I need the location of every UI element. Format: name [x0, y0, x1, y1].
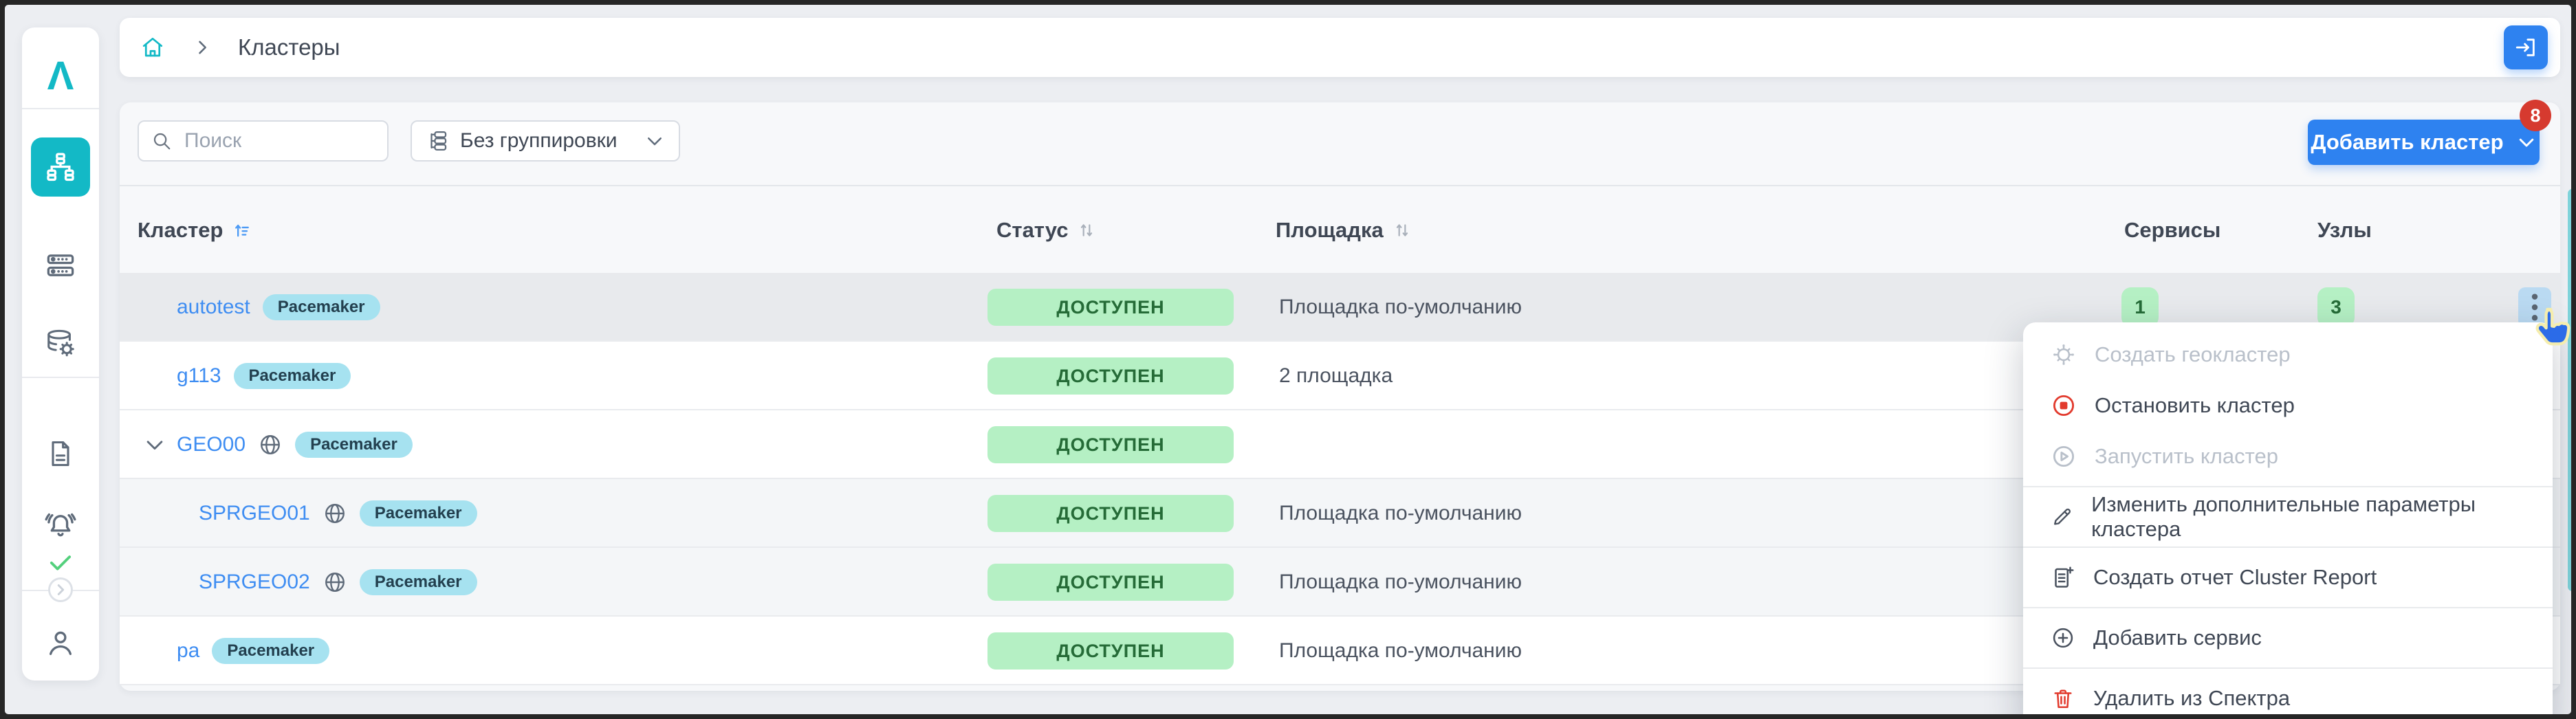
search-box[interactable] [138, 120, 389, 162]
divider [22, 377, 99, 378]
divider [2023, 607, 2553, 608]
site-cell: Площадка по-умолчанию [1279, 639, 1522, 662]
clusters-icon [44, 151, 77, 184]
breadcrumb-bar: Кластеры [120, 18, 2560, 77]
pacemaker-tag: Pacemaker [262, 294, 380, 320]
trash-icon [2054, 689, 2072, 709]
grouping-value: Без группировки [460, 129, 618, 152]
nodes-count-badge[interactable]: 3 [2317, 287, 2355, 327]
site-cell: 2 площадка [1279, 364, 1393, 387]
column-header-services: Сервисы [2124, 218, 2221, 242]
chevron-down-icon [2519, 138, 2533, 147]
cluster-link[interactable]: autotest [177, 296, 250, 319]
grouping-icon [426, 129, 449, 153]
sidebar-item-servers[interactable] [22, 250, 99, 281]
chevron-right-icon [193, 38, 212, 57]
menu-item-delete-from-spectrum[interactable]: Удалить из Спектра [2023, 673, 2553, 714]
pacemaker-tag: Pacemaker [212, 638, 330, 664]
pacemaker-tag: Pacemaker [359, 500, 477, 527]
cluster-link[interactable]: g113 [177, 364, 221, 388]
cluster-link[interactable]: SPRGEO02 [199, 571, 310, 594]
services-count-badge[interactable]: 1 [2121, 287, 2159, 327]
divider [2023, 486, 2553, 487]
add-cluster-button[interactable]: Добавить кластер [2308, 120, 2540, 165]
sort-icon[interactable] [1078, 221, 1095, 239]
status-badge: ДОСТУПЕН [987, 289, 1234, 326]
add-cluster-badge: 8 [2520, 100, 2551, 131]
menu-item-start-cluster: Запустить кластер [2023, 431, 2553, 482]
sidebar-item-alerts[interactable] [22, 509, 99, 543]
login-button[interactable] [2504, 25, 2548, 69]
column-header-cluster[interactable]: Кластер [138, 186, 252, 274]
app-window: Λ Кластеры Поиск Без группировки Добавит… [0, 0, 2576, 719]
divider [2023, 546, 2553, 548]
globe-icon [258, 432, 283, 457]
menu-item-stop-cluster[interactable]: Остановить кластер [2023, 380, 2553, 431]
menu-item-create-geocluster: Создать геокластер [2023, 329, 2553, 380]
sidebar-item-databases[interactable] [22, 327, 99, 359]
sort-icon[interactable] [1393, 221, 1411, 239]
home-icon[interactable] [140, 35, 165, 60]
app-logo: Λ [47, 54, 74, 98]
status-badge: ДОСТУПЕН [987, 357, 1234, 395]
add-cluster-label: Добавить кластер [2311, 130, 2504, 154]
sidebar: Λ [22, 27, 99, 681]
pacemaker-tag: Pacemaker [359, 569, 477, 595]
search-icon [151, 131, 172, 151]
cluster-link[interactable]: SPRGEO01 [199, 502, 310, 525]
expand-chevron-icon[interactable] [143, 410, 166, 479]
breadcrumb[interactable]: Кластеры [238, 34, 340, 60]
table-header: Кластер Статус Площадка Сервисы Узлы [120, 185, 2560, 274]
pacemaker-tag: Pacemaker [233, 363, 351, 389]
stop-icon [2053, 395, 2075, 417]
sidebar-item-profile[interactable] [22, 627, 99, 659]
row-context-menu: Создать геокластер Остановить кластер За… [2023, 322, 2553, 714]
status-badge: ДОСТУПЕН [987, 632, 1234, 670]
play-icon [2053, 445, 2075, 467]
status-badge: ДОСТУПЕН [987, 495, 1234, 532]
globe-icon [323, 501, 347, 526]
search-input[interactable] [183, 129, 375, 153]
sidebar-collapse-button[interactable] [22, 575, 99, 605]
column-header-status[interactable]: Статус [996, 186, 1095, 274]
sort-ascending-icon[interactable] [232, 221, 252, 240]
sidebar-item-documents[interactable] [22, 439, 99, 469]
pencil-icon [2054, 508, 2071, 525]
geo-cluster-icon [2053, 344, 2074, 365]
column-header-site[interactable]: Площадка [1276, 186, 1411, 274]
mouse-cursor [2533, 307, 2571, 353]
sidebar-item-clusters[interactable] [31, 137, 90, 197]
report-icon [2055, 566, 2074, 588]
status-badge: ДОСТУПЕН [987, 564, 1234, 601]
cluster-link[interactable]: GEO00 [177, 433, 245, 456]
column-header-nodes: Узлы [2317, 218, 2372, 242]
alerts-ok-check-icon [22, 548, 99, 577]
site-cell: Площадка по-умолчанию [1279, 296, 1522, 318]
menu-item-add-service[interactable]: Добавить сервис [2023, 612, 2553, 663]
menu-item-edit-parameters[interactable]: Изменить дополнительные параметры класте… [2023, 491, 2553, 542]
cluster-link[interactable]: pa [177, 639, 199, 663]
chevron-down-icon [644, 131, 665, 151]
vertical-scrollbar[interactable] [2568, 189, 2571, 591]
plus-circle-icon [2053, 628, 2073, 648]
site-cell: Площадка по-умолчанию [1279, 571, 1522, 593]
site-cell: Площадка по-умолчанию [1279, 502, 1522, 524]
grouping-select[interactable]: Без группировки [411, 120, 680, 162]
status-badge: ДОСТУПЕН [987, 426, 1234, 463]
divider [22, 108, 99, 109]
pacemaker-tag: Pacemaker [295, 432, 413, 458]
menu-item-cluster-report[interactable]: Создать отчет Cluster Report [2023, 552, 2553, 603]
divider [2023, 667, 2553, 669]
globe-icon [323, 570, 347, 595]
